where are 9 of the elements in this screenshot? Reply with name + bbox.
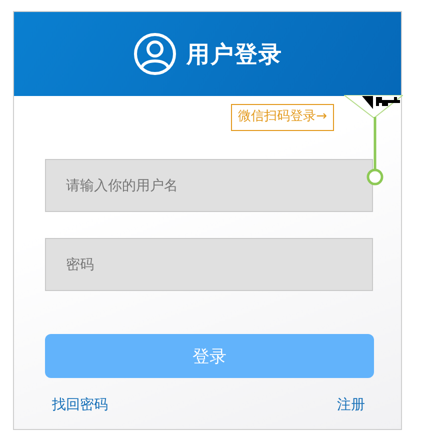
input-field[interactable]: 请输入你的用户名 bbox=[45, 159, 373, 212]
link[interactable]: 注册 bbox=[337, 396, 365, 414]
input-field[interactable]: 密码 bbox=[45, 238, 373, 291]
link[interactable]: 找回密码 bbox=[52, 396, 108, 414]
wechat-login-link[interactable]: 微信扫码登录→ bbox=[231, 104, 334, 131]
user-icon bbox=[132, 32, 176, 76]
qr-code-icon[interactable] bbox=[344, 95, 403, 118]
connector-drawing bbox=[366, 117, 384, 186]
login-title: 用户登录 bbox=[186, 40, 282, 70]
